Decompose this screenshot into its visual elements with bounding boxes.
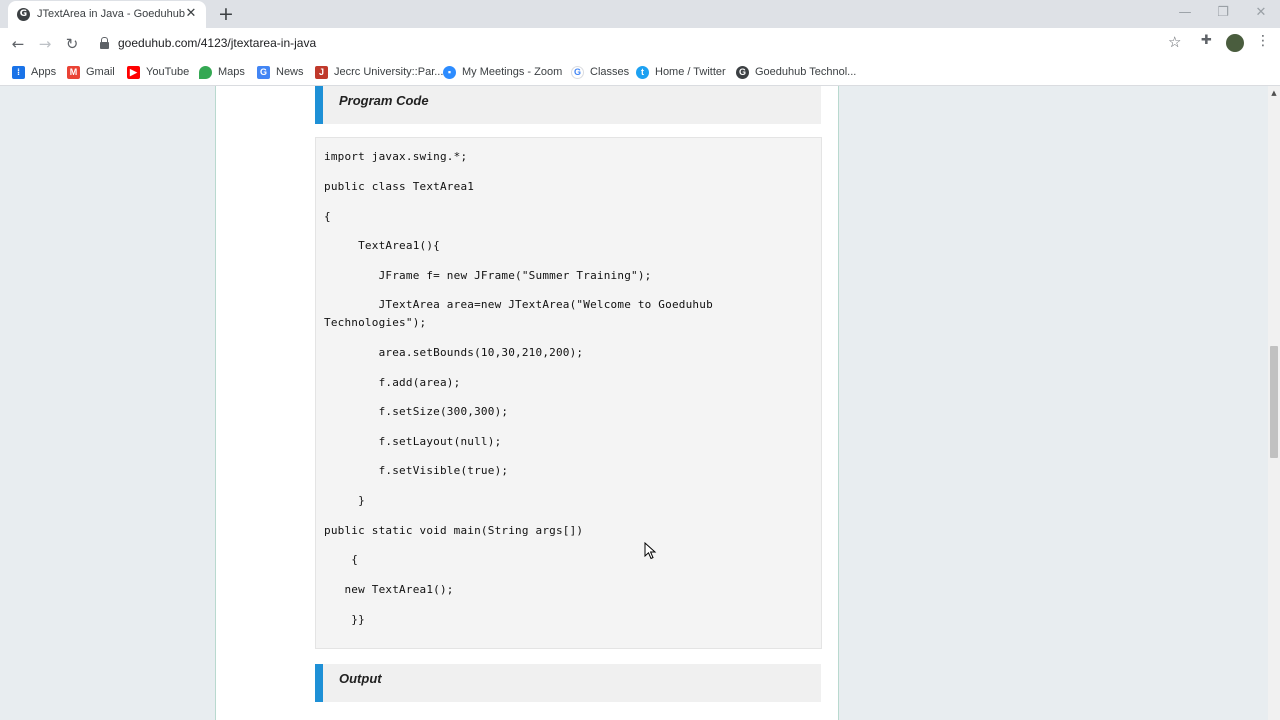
article-content: Program Code import javax.swing.*; publi…: [215, 86, 839, 720]
lock-icon[interactable]: [100, 37, 109, 49]
code-line: f.setVisible(true);: [324, 464, 509, 477]
code-line: import javax.swing.*;: [324, 150, 468, 163]
bookmark-label: Apps: [31, 66, 57, 78]
tab-strip: G JTextArea in Java - Goeduhub Te ✕ + — …: [0, 0, 1280, 28]
code-block[interactable]: import javax.swing.*; public class TextA…: [315, 137, 822, 649]
code-line: public class TextArea1: [324, 180, 475, 193]
forward-arrow-icon[interactable]: →: [34, 33, 56, 55]
bookmark-label: Classes: [590, 66, 630, 78]
maps-pin-icon: [199, 65, 212, 79]
window-close-icon[interactable]: ✕: [1242, 0, 1280, 28]
scrollbar-thumb[interactable]: [1270, 346, 1278, 458]
profile-avatar[interactable]: [1226, 34, 1244, 52]
bookmark-label: My Meetings - Zoom: [462, 66, 563, 78]
code-line: JFrame f= new JFrame("Summer Training");: [324, 269, 652, 282]
more-menu-icon[interactable]: ⋮: [1256, 33, 1270, 49]
bookmark-label: Gmail: [86, 66, 115, 78]
bookmark-zoom[interactable]: ▪ My Meetings - Zoom: [443, 64, 562, 80]
url-text: goeduhub.com/4123/jtextarea-in-java: [118, 36, 317, 50]
section-title: Output: [339, 671, 382, 686]
bookmark-twitter[interactable]: t Home / Twitter: [636, 64, 726, 80]
bookmark-label: Jecrc University::Par...: [334, 66, 444, 78]
extensions-puzzle-icon[interactable]: ✚: [1201, 33, 1212, 48]
mouse-cursor-icon: [644, 542, 657, 560]
new-tab-button[interactable]: +: [216, 4, 236, 24]
bookmark-news[interactable]: G News: [257, 64, 304, 80]
window-controls: — ❐ ✕: [1166, 0, 1280, 28]
code-line: f.add(area);: [324, 376, 461, 389]
bookmark-youtube[interactable]: ▶ YouTube: [127, 64, 189, 80]
jecrc-icon: J: [315, 65, 328, 79]
code-line: area.setBounds(10,30,210,200);: [324, 346, 584, 359]
bookmark-gmail[interactable]: M Gmail: [67, 64, 115, 80]
section-title: Program Code: [339, 93, 429, 108]
bookmark-label: Goeduhub Technol...: [755, 66, 857, 78]
bookmarks-bar: ⁞ Apps M Gmail ▶ YouTube Maps G News J J…: [0, 59, 1280, 86]
bookmark-classes[interactable]: G Classes: [571, 64, 629, 80]
reload-icon[interactable]: ↻: [61, 33, 83, 55]
code-line: TextArea1(){: [324, 239, 440, 252]
goeduhub-icon: G: [736, 65, 749, 79]
google-classes-icon: G: [571, 65, 584, 79]
goeduhub-favicon-icon: G: [17, 8, 30, 21]
zoom-icon: ▪: [443, 65, 456, 79]
scroll-up-arrow-icon[interactable]: ▲: [1268, 86, 1280, 100]
address-bar[interactable]: goeduhub.com/4123/jtextarea-in-java: [92, 31, 1196, 56]
gmail-icon: M: [67, 65, 80, 79]
bookmark-label: Home / Twitter: [655, 66, 726, 78]
bookmark-star-icon[interactable]: ☆: [1168, 33, 1181, 51]
youtube-icon: ▶: [127, 65, 140, 79]
code-line: Technologies");: [324, 316, 427, 329]
code-line: f.setLayout(null);: [324, 435, 502, 448]
news-icon: G: [257, 65, 270, 79]
minimize-icon[interactable]: —: [1166, 0, 1204, 28]
back-arrow-icon[interactable]: ←: [7, 33, 29, 55]
bookmark-maps[interactable]: Maps: [199, 64, 245, 80]
page-scrollbar[interactable]: ▲: [1268, 86, 1280, 720]
tab-title: JTextArea in Java - Goeduhub Te: [37, 8, 189, 20]
code-line: f.setSize(300,300);: [324, 405, 509, 418]
code-line: public static void main(String args[]): [324, 524, 584, 537]
code-line: new TextArea1();: [324, 583, 454, 596]
bookmark-goeduhub[interactable]: G Goeduhub Technol...: [736, 64, 856, 80]
apps-grid-icon: ⁞: [12, 65, 25, 79]
bookmark-label: Maps: [218, 66, 245, 78]
twitter-icon: t: [636, 65, 649, 79]
tab-close-icon[interactable]: ✕: [183, 6, 199, 22]
code-line: {: [324, 553, 359, 566]
browser-tab-active[interactable]: G JTextArea in Java - Goeduhub Te ✕: [8, 1, 206, 28]
page-viewport: Program Code import javax.swing.*; publi…: [0, 86, 1268, 720]
code-line: }: [324, 494, 365, 507]
output-heading: Output: [315, 664, 821, 702]
bookmark-label: News: [276, 66, 304, 78]
code-line: JTextArea area=new JTextArea("Welcome to…: [324, 298, 713, 311]
bookmark-jecrc[interactable]: J Jecrc University::Par...: [315, 64, 443, 80]
code-line: {: [324, 210, 331, 223]
bookmark-apps[interactable]: ⁞ Apps: [12, 64, 56, 80]
restore-icon[interactable]: ❐: [1204, 0, 1242, 28]
bookmark-label: YouTube: [146, 66, 190, 78]
browser-toolbar: ← → ↻ goeduhub.com/4123/jtextarea-in-jav…: [0, 28, 1280, 59]
code-line: }}: [324, 613, 365, 626]
program-code-heading: Program Code: [315, 86, 821, 124]
